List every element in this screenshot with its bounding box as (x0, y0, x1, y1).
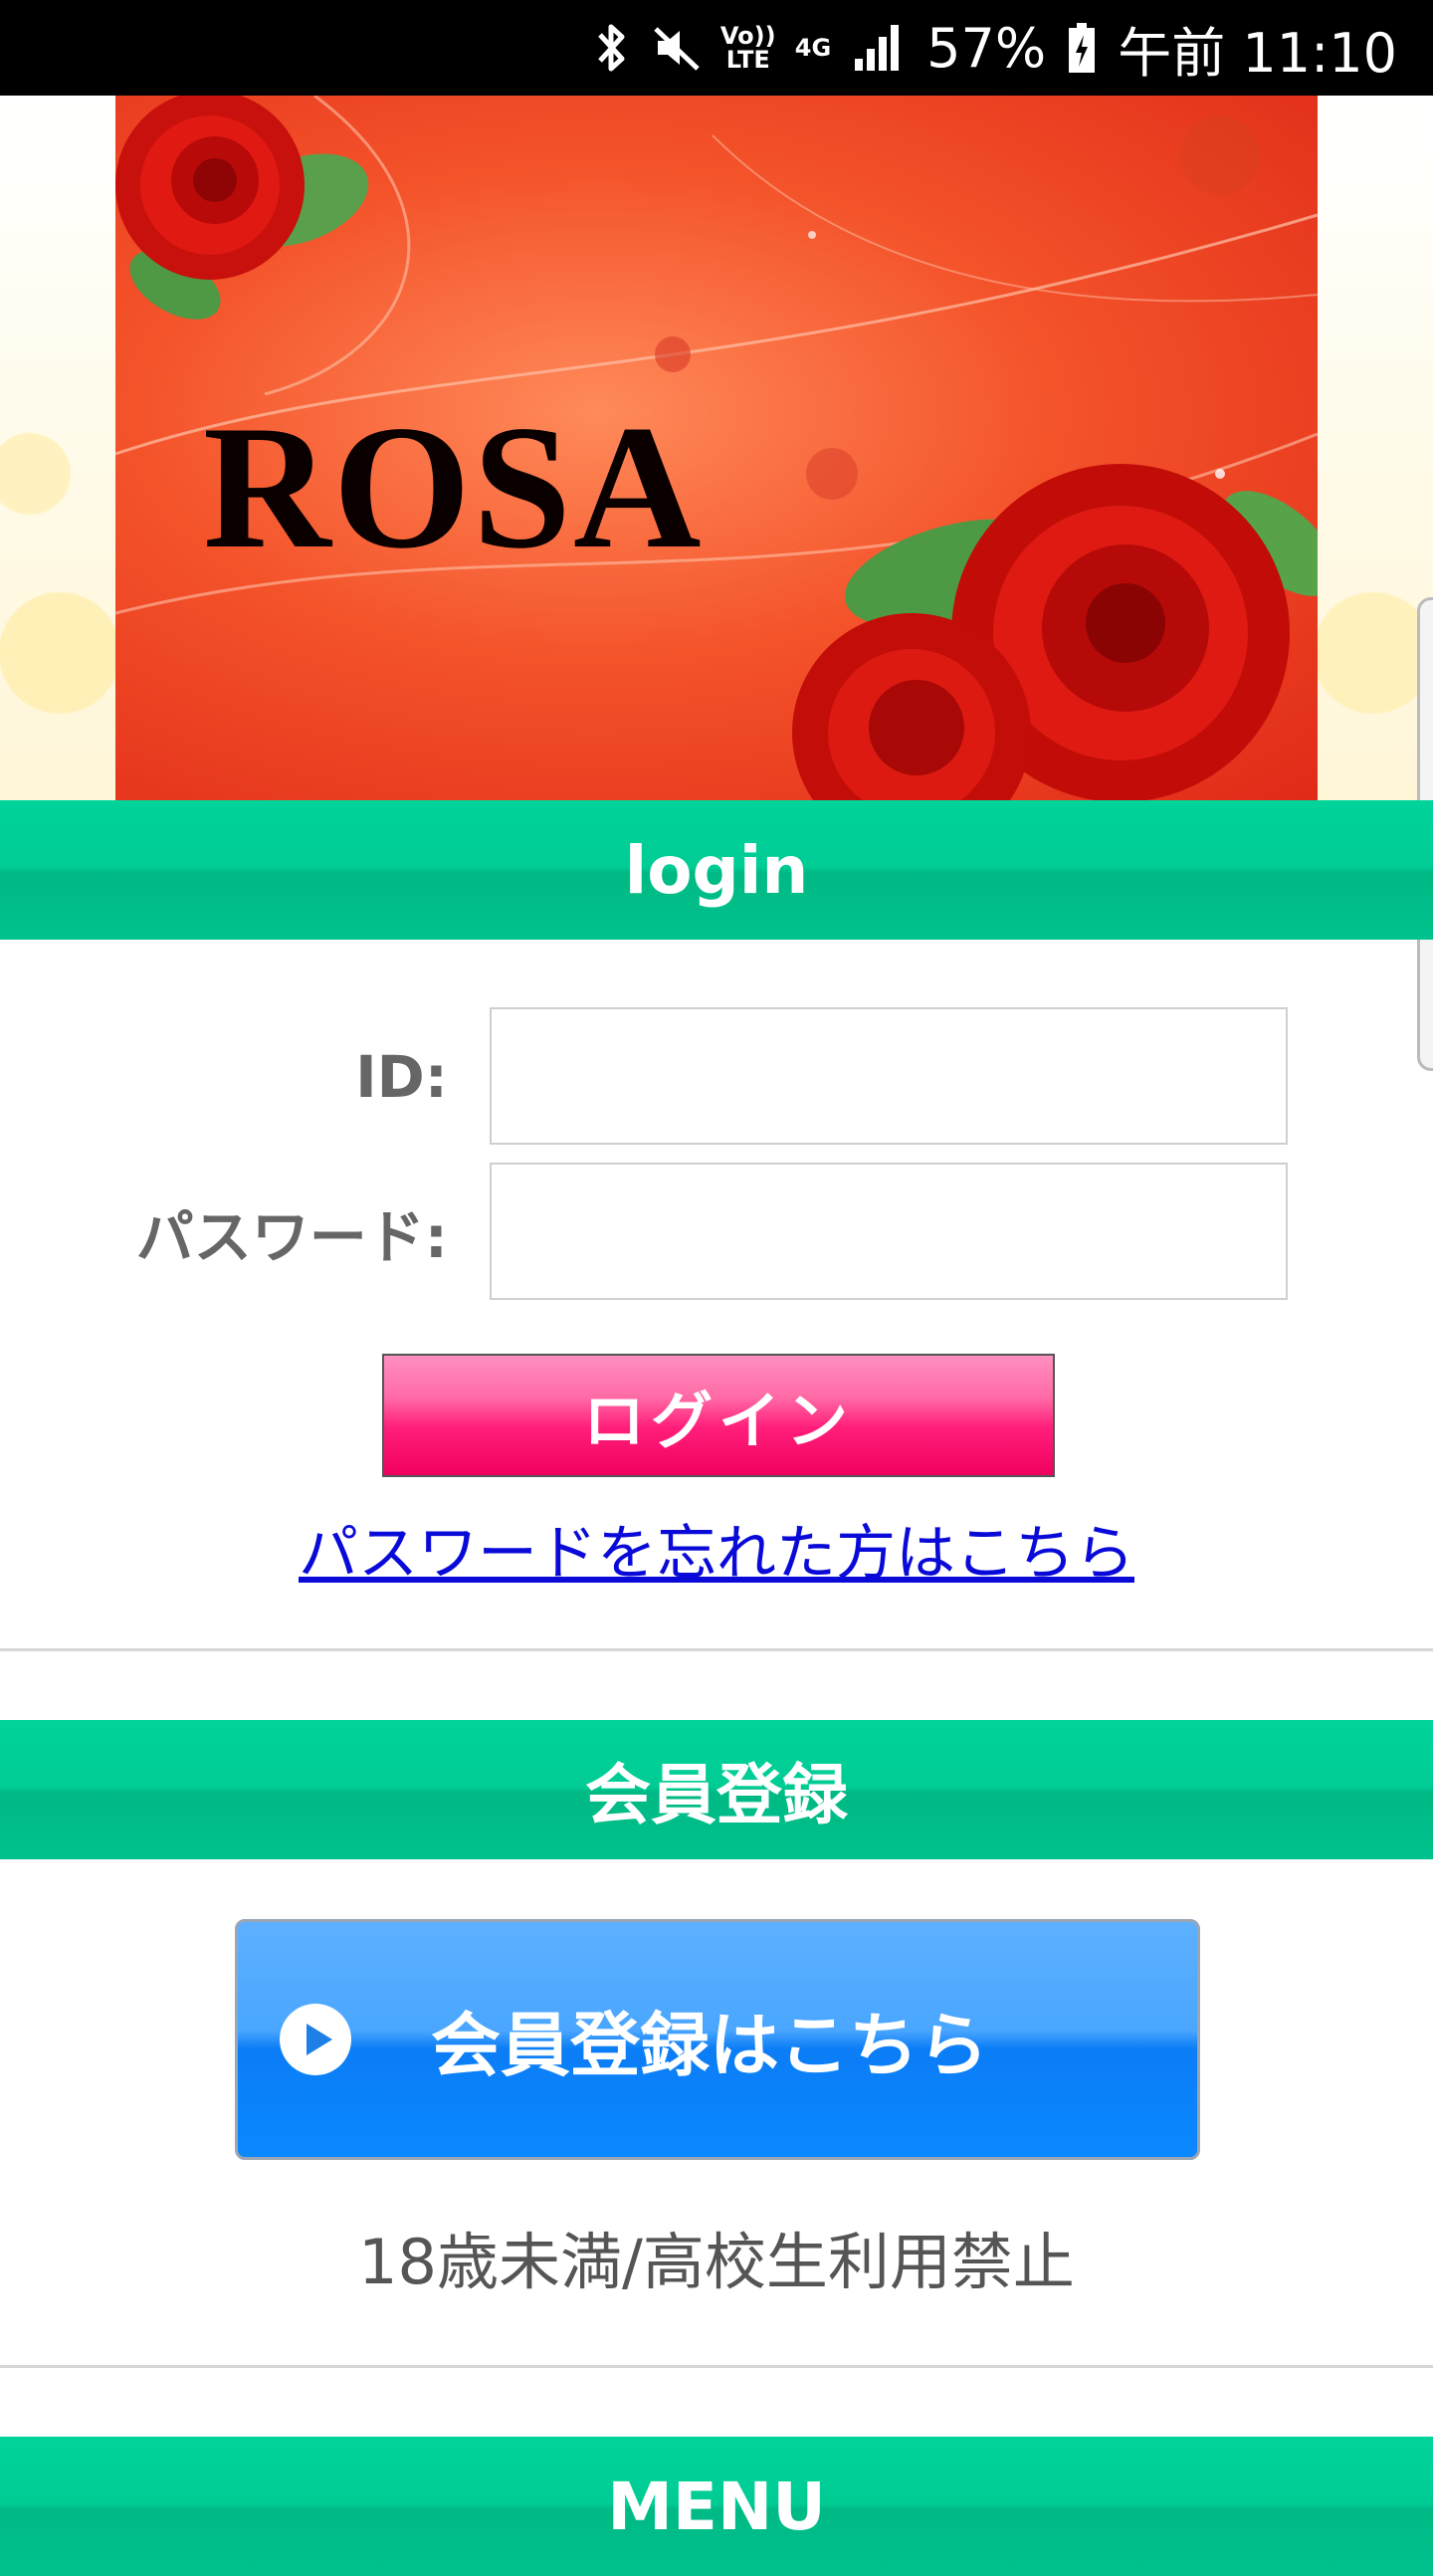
battery-percent: 57% (926, 16, 1047, 80)
password-label: パスワード: (135, 1203, 448, 1271)
login-button[interactable]: ログイン (382, 1354, 1055, 1477)
password-row: パスワード: (0, 1163, 1433, 1302)
register-section-header: 会員登録 (0, 1720, 1433, 1859)
id-input[interactable] (490, 1007, 1288, 1145)
4g-icon: 4G (794, 34, 832, 62)
signal-icon (853, 25, 905, 71)
rosa-banner: ROSA (115, 96, 1318, 800)
status-bar: Vo)) LTE 4G 57% 午前 11:10 (0, 0, 1433, 96)
volte-icon: Vo)) LTE (719, 22, 776, 74)
register-button-label: 会員登録はこちら (431, 2004, 988, 2086)
password-input[interactable] (490, 1163, 1288, 1300)
hero-area: ROSA (0, 96, 1433, 800)
register-button[interactable]: 会員登録はこちら (235, 1919, 1200, 2160)
clock: 午前 11:10 (1118, 21, 1397, 85)
bluetooth-icon (594, 21, 630, 75)
register-header-text: 会員登録 (585, 1757, 848, 1833)
id-label: ID: (355, 1043, 448, 1111)
divider (0, 2365, 1433, 2368)
mute-icon (652, 23, 702, 73)
age-restriction-notice: 18歳未満/高校生利用禁止 (358, 2226, 1075, 2298)
login-section-header: login (0, 800, 1433, 940)
login-header-text: login (624, 831, 809, 909)
battery-icon (1068, 23, 1096, 73)
banner-title: ROSA (203, 388, 704, 585)
divider (0, 1648, 1433, 1651)
id-row: ID: (0, 1007, 1433, 1147)
menu-header-text: MENU (607, 2468, 826, 2545)
play-circle-icon (280, 2004, 351, 2075)
menu-section-header: MENU (0, 2437, 1433, 2576)
forgot-password-link[interactable]: パスワードを忘れた方はこちら (0, 1505, 1433, 1592)
